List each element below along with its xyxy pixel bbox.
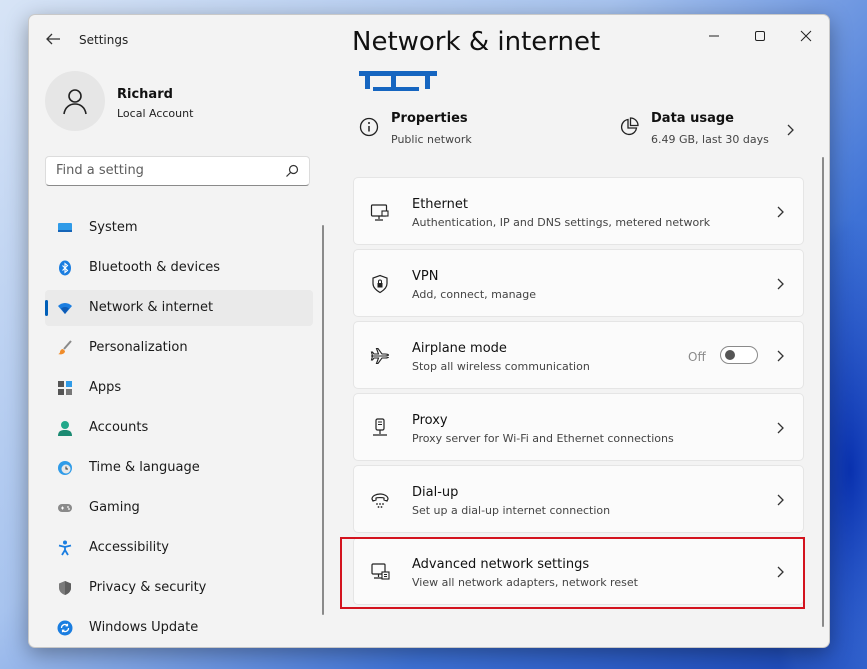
gamepad-icon xyxy=(58,504,72,512)
card-subtitle: Authentication, IP and DNS settings, met… xyxy=(412,216,711,229)
sidebar-item-system[interactable]: System xyxy=(45,210,313,246)
data-usage-subtitle: 6.49 GB, last 30 days xyxy=(651,133,769,146)
sidebar-item-label: Network & internet xyxy=(89,300,214,315)
search-icon xyxy=(286,164,299,177)
settings-cards: Ethernet Authentication, IP and DNS sett… xyxy=(353,177,804,609)
clock-icon xyxy=(58,461,72,475)
apps-icon xyxy=(58,381,72,395)
close-icon xyxy=(800,30,812,42)
sidebar-item-windows-update[interactable]: Windows Update xyxy=(45,610,313,646)
user-name: Richard xyxy=(117,87,173,102)
airplane-toggle-state: Off xyxy=(688,350,706,364)
sidebar-item-bluetooth[interactable]: Bluetooth & devices xyxy=(45,250,313,286)
sidebar-item-network[interactable]: Network & internet xyxy=(45,290,313,326)
shield-icon xyxy=(59,581,71,595)
sidebar-item-time-language[interactable]: Time & language xyxy=(45,450,313,486)
chevron-right-icon xyxy=(777,350,784,362)
pie-chart-icon xyxy=(620,117,639,136)
chevron-right-icon xyxy=(777,566,784,578)
network-banner-illustration xyxy=(359,71,437,91)
chevron-right-icon xyxy=(777,494,784,506)
minimize-icon xyxy=(709,35,719,37)
sidebar-item-label: Bluetooth & devices xyxy=(89,260,220,275)
advanced-network-icon xyxy=(371,563,390,580)
main-scrollbar[interactable] xyxy=(822,157,824,627)
account-type: Local Account xyxy=(117,107,194,120)
avatar xyxy=(45,71,105,131)
vpn-card[interactable]: VPN Add, connect, manage xyxy=(353,249,804,317)
update-icon xyxy=(57,620,73,636)
sidebar-item-label: Apps xyxy=(89,380,122,395)
search-input[interactable] xyxy=(56,163,276,178)
sidebar-item-apps[interactable]: Apps xyxy=(45,370,313,406)
accounts-icon xyxy=(58,421,72,436)
dialup-icon xyxy=(371,493,389,508)
sidebar-item-label: Privacy & security xyxy=(89,580,207,595)
close-button[interactable] xyxy=(783,21,829,51)
bluetooth-icon xyxy=(59,260,71,276)
advanced-network-settings-card[interactable]: Advanced network settings View all netwo… xyxy=(353,537,804,605)
chevron-right-icon xyxy=(777,206,784,218)
sidebar-scrollbar[interactable] xyxy=(322,225,324,615)
app-title: Settings xyxy=(79,33,129,47)
card-title: Ethernet xyxy=(412,197,468,212)
settings-window: Settings Richard Local Account Find a se… xyxy=(28,14,830,648)
proxy-card[interactable]: Proxy Proxy server for Wi-Fi and Etherne… xyxy=(353,393,804,461)
data-usage-title: Data usage xyxy=(651,111,734,126)
card-subtitle: Add, connect, manage xyxy=(412,288,537,301)
card-subtitle: Stop all wireless communication xyxy=(412,360,590,373)
card-title: VPN xyxy=(412,269,439,284)
card-title: Advanced network settings xyxy=(412,557,590,572)
wifi-icon xyxy=(58,303,72,314)
back-button[interactable] xyxy=(41,27,65,51)
toggle-knob xyxy=(725,350,735,360)
accessibility-icon xyxy=(58,540,72,556)
user-icon xyxy=(63,89,87,115)
card-subtitle: Set up a dial-up internet connection xyxy=(412,504,611,517)
card-title: Dial-up xyxy=(412,485,459,500)
sidebar-item-label: Time & language xyxy=(89,460,200,475)
ethernet-icon xyxy=(370,204,389,221)
back-arrow-icon xyxy=(46,33,60,45)
search-box[interactable] xyxy=(45,156,310,186)
properties-subtitle: Public network xyxy=(391,133,472,146)
card-subtitle: Proxy server for Wi-Fi and Ethernet conn… xyxy=(412,432,674,445)
sidebar-item-label: Windows Update xyxy=(89,620,199,635)
airplane-mode-card[interactable]: Airplane mode Stop all wireless communic… xyxy=(353,321,804,389)
sidebar-item-label: Gaming xyxy=(89,500,140,515)
sidebar-item-label: Accounts xyxy=(89,420,149,435)
vpn-shield-icon xyxy=(372,274,388,294)
brush-icon xyxy=(58,340,72,355)
card-title: Proxy xyxy=(412,413,448,428)
airplane-icon xyxy=(370,347,390,365)
sidebar-item-privacy[interactable]: Privacy & security xyxy=(45,570,313,606)
system-icon xyxy=(58,223,72,232)
properties-title: Properties xyxy=(391,111,468,126)
sidebar-item-label: System xyxy=(89,220,138,235)
maximize-button[interactable] xyxy=(737,21,783,51)
dial-up-card[interactable]: Dial-up Set up a dial-up internet connec… xyxy=(353,465,804,533)
proxy-icon xyxy=(373,418,387,436)
sidebar-item-accessibility[interactable]: Accessibility xyxy=(45,530,313,566)
info-icon xyxy=(359,117,379,137)
minimize-button[interactable] xyxy=(691,21,737,51)
sidebar-item-personalization[interactable]: Personalization xyxy=(45,330,313,366)
sidebar-item-label: Personalization xyxy=(89,340,188,355)
ethernet-card[interactable]: Ethernet Authentication, IP and DNS sett… xyxy=(353,177,804,245)
maximize-icon xyxy=(755,31,765,41)
chevron-right-icon[interactable] xyxy=(784,123,796,137)
card-subtitle: View all network adapters, network reset xyxy=(412,576,638,589)
sidebar-item-label: Accessibility xyxy=(89,540,169,555)
sidebar-item-gaming[interactable]: Gaming xyxy=(45,490,313,526)
chevron-right-icon xyxy=(777,422,784,434)
card-title: Airplane mode xyxy=(412,341,507,356)
chevron-right-icon xyxy=(777,278,784,290)
page-title: Network & internet xyxy=(352,27,601,57)
sidebar-item-accounts[interactable]: Accounts xyxy=(45,410,313,446)
airplane-mode-toggle[interactable] xyxy=(720,346,758,364)
sidebar-nav: System Bluetooth & devices Network & int… xyxy=(45,210,313,647)
